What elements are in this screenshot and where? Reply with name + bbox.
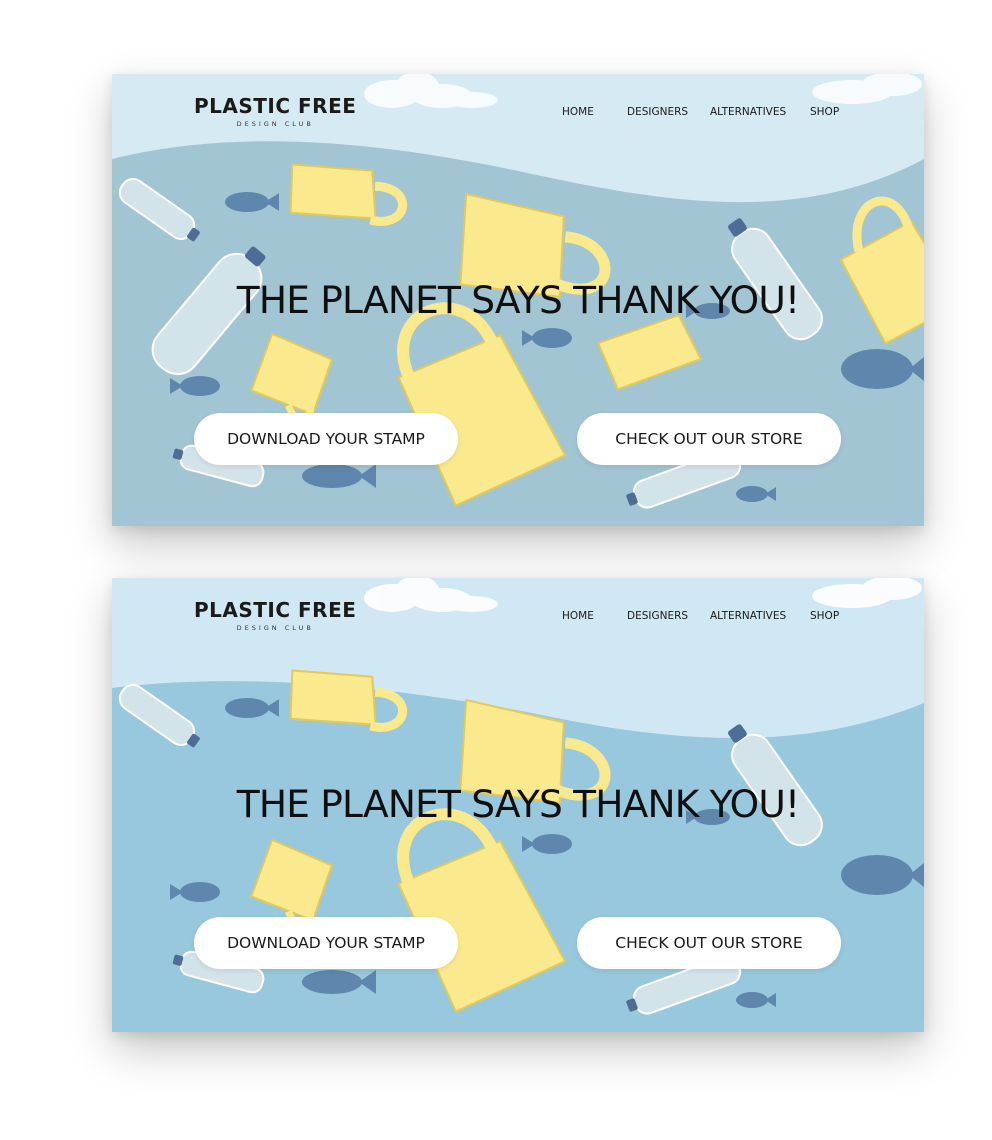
nav-designers[interactable]: DESIGNERS xyxy=(627,608,688,624)
brand-subtitle: DESIGN CLUB xyxy=(236,624,314,632)
landing-card-bright: PLASTIC FREE DESIGN CLUB HOME DESIGNERS … xyxy=(112,578,924,1032)
main-nav: HOME DESIGNERS ALTERNATIVES SHOP xyxy=(112,608,924,624)
check-out-store-button[interactable]: CHECK OUT OUR STORE xyxy=(577,917,841,969)
hero-headline: THE PLANET SAYS THANK YOU! xyxy=(236,278,800,322)
nav-home[interactable]: HOME xyxy=(562,104,594,120)
nav-designers[interactable]: DESIGNERS xyxy=(627,104,688,120)
nav-home[interactable]: HOME xyxy=(562,608,594,624)
main-nav: HOME DESIGNERS ALTERNATIVES SHOP xyxy=(112,104,924,120)
nav-alternatives[interactable]: ALTERNATIVES xyxy=(710,608,786,624)
download-stamp-button[interactable]: DOWNLOAD YOUR STAMP xyxy=(194,917,458,969)
brand-subtitle: DESIGN CLUB xyxy=(236,120,314,128)
nav-shop[interactable]: SHOP xyxy=(810,104,839,120)
check-out-store-button[interactable]: CHECK OUT OUR STORE xyxy=(577,413,841,465)
hero-headline: THE PLANET SAYS THANK YOU! xyxy=(236,782,800,826)
nav-shop[interactable]: SHOP xyxy=(810,608,839,624)
download-stamp-button[interactable]: DOWNLOAD YOUR STAMP xyxy=(194,413,458,465)
nav-alternatives[interactable]: ALTERNATIVES xyxy=(710,104,786,120)
landing-card-muted: PLASTIC FREE DESIGN CLUB HOME DESIGNERS … xyxy=(112,74,924,526)
